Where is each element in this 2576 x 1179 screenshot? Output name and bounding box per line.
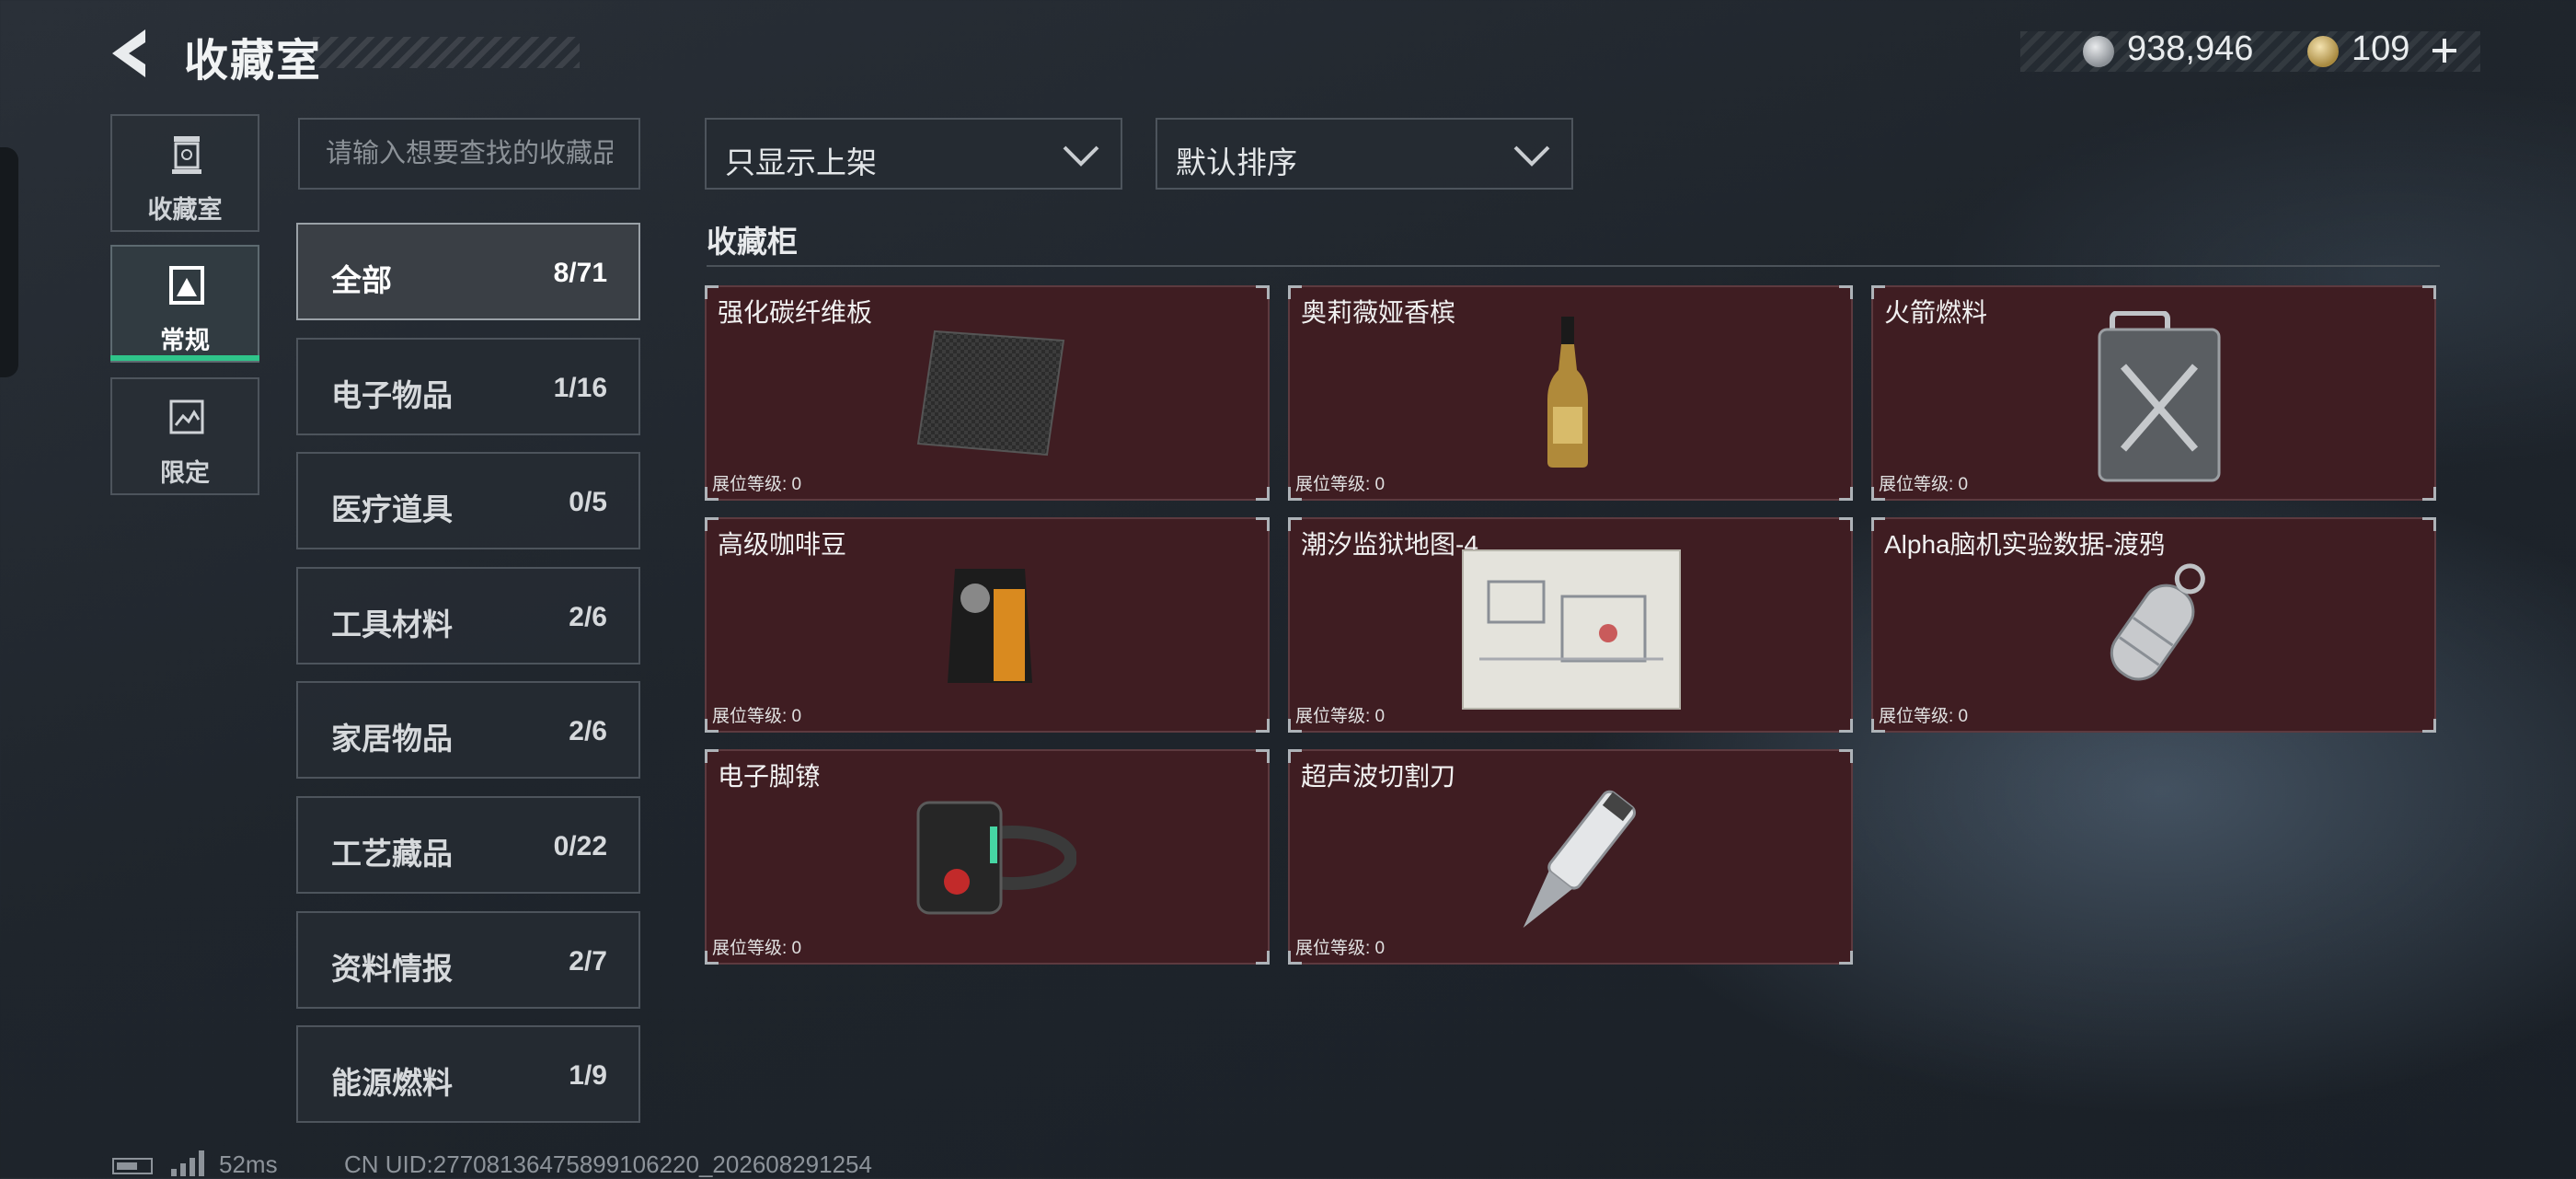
item-name: 超声波切割刀 [1301,762,1456,791]
category-label: 工艺藏品 [331,837,453,871]
image-icon [169,399,204,434]
fuel-canister-icon [2098,311,2221,482]
battery-icon [112,1158,153,1174]
filter-dropdown[interactable]: 只显示上架 [705,118,1122,190]
category-count: 2/6 [569,716,607,746]
page-title: 收藏室 [184,37,323,86]
card-icon [169,266,204,305]
category-count: 2/6 [569,602,607,632]
gold-coin-icon [2307,36,2339,67]
category-count: 1/16 [553,373,607,403]
item-name: 潮汐监狱地图-4 [1301,530,1478,559]
trophy-icon [172,136,201,174]
silver-balance: 938,946 [2127,29,2254,68]
signal-icon [171,1150,208,1176]
champagne-bottle-icon [1547,317,1588,468]
chevron-down-icon [1513,145,1550,167]
display-grade: 展位等级: 0 [1295,939,1386,958]
collection-card[interactable]: 电子脚镣 展位等级: 0 [705,749,1270,965]
search-input[interactable] [300,120,638,188]
display-grade: 展位等级: 0 [712,707,802,726]
item-name: 奥莉薇娅香槟 [1301,298,1456,327]
title-decoration [313,37,580,68]
category-label: 能源燃料 [331,1066,453,1100]
category-intel[interactable]: 资料情报 2/7 [296,911,640,1009]
category-count: 0/22 [553,831,607,861]
category-crafts[interactable]: 工艺藏品 0/22 [296,796,640,894]
item-name: 强化碳纤维板 [718,298,873,327]
back-arrow-icon [112,29,145,77]
collection-card[interactable]: 奥莉薇娅香槟 展位等级: 0 [1288,285,1853,501]
add-currency-button[interactable] [2429,35,2460,66]
active-tab-indicator [110,355,259,361]
display-grade: 展位等级: 0 [1879,707,1969,726]
collection-card[interactable]: 强化碳纤维板 展位等级: 0 [705,285,1270,501]
sort-dropdown[interactable]: 默认排序 [1156,118,1573,190]
category-count: 0/5 [569,487,607,517]
category-medical[interactable]: 医疗道具 0/5 [296,452,640,549]
user-uid: CN UID:27708136475899106220_202608291254 [344,1150,872,1178]
plus-icon [2432,39,2456,63]
back-button[interactable] [109,28,160,79]
coffee-bag-icon [948,569,1032,683]
display-grade: 展位等级: 0 [712,475,802,494]
display-grade: 展位等级: 0 [712,939,802,958]
dropdown-value: 只显示上架 [725,145,877,179]
section-divider [707,265,2440,267]
item-name: 高级咖啡豆 [718,530,847,559]
category-label: 全部 [331,263,392,297]
collection-card[interactable]: 高级咖啡豆 展位等级: 0 [705,517,1270,733]
category-label: 工具材料 [331,607,453,642]
display-grade: 展位等级: 0 [1295,475,1386,494]
category-tools[interactable]: 工具材料 2/6 [296,567,640,665]
category-label: 医疗道具 [331,492,453,526]
category-household[interactable]: 家居物品 2/6 [296,681,640,779]
category-count: 2/7 [569,946,607,977]
display-grade: 展位等级: 0 [1295,707,1386,726]
rail-tab-collection[interactable]: 收藏室 [110,114,259,232]
rail-tab-regular[interactable]: 常规 [110,245,259,363]
rail-label: 限定 [160,459,210,487]
collection-card[interactable]: 火箭燃料 展位等级: 0 [1871,285,2436,501]
category-label: 家居物品 [331,722,453,756]
item-name: 电子脚镣 [718,762,822,791]
category-all[interactable]: 全部 8/71 [296,223,640,320]
collection-card[interactable]: 潮汐监狱地图-4 展位等级: 0 [1288,517,1853,733]
rail-label: 常规 [160,327,210,354]
carbon-plate-icon [916,329,1065,457]
data-capsule-icon [2110,563,2205,681]
dropdown-value: 默认排序 [1176,145,1297,179]
category-electronics[interactable]: 电子物品 1/16 [296,338,640,435]
section-title: 收藏柜 [707,225,798,259]
silver-coin-icon [2083,36,2114,67]
gold-balance: 109 [2352,29,2410,68]
category-label: 电子物品 [331,378,453,412]
category-count: 1/9 [569,1060,607,1091]
ping-readout: 52ms [219,1150,278,1178]
chevron-down-icon [1063,145,1099,167]
ankle-monitor-icon [916,801,1076,915]
display-grade: 展位等级: 0 [1879,475,1969,494]
map-icon [1462,549,1681,710]
device-edge [0,147,18,377]
ultrasonic-cutter-icon [1523,790,1637,928]
category-count: 8/71 [553,258,607,288]
collection-card[interactable]: Alpha脑机实验数据-渡鸦 展位等级: 0 [1871,517,2436,733]
rail-label: 收藏室 [147,196,223,224]
item-name: 火箭燃料 [1884,298,1988,327]
rail-tab-limited[interactable]: 限定 [110,377,259,495]
category-energy[interactable]: 能源燃料 1/9 [296,1025,640,1123]
collection-card[interactable]: 超声波切割刀 展位等级: 0 [1288,749,1853,965]
search-box[interactable] [298,118,640,190]
category-label: 资料情报 [331,952,453,986]
